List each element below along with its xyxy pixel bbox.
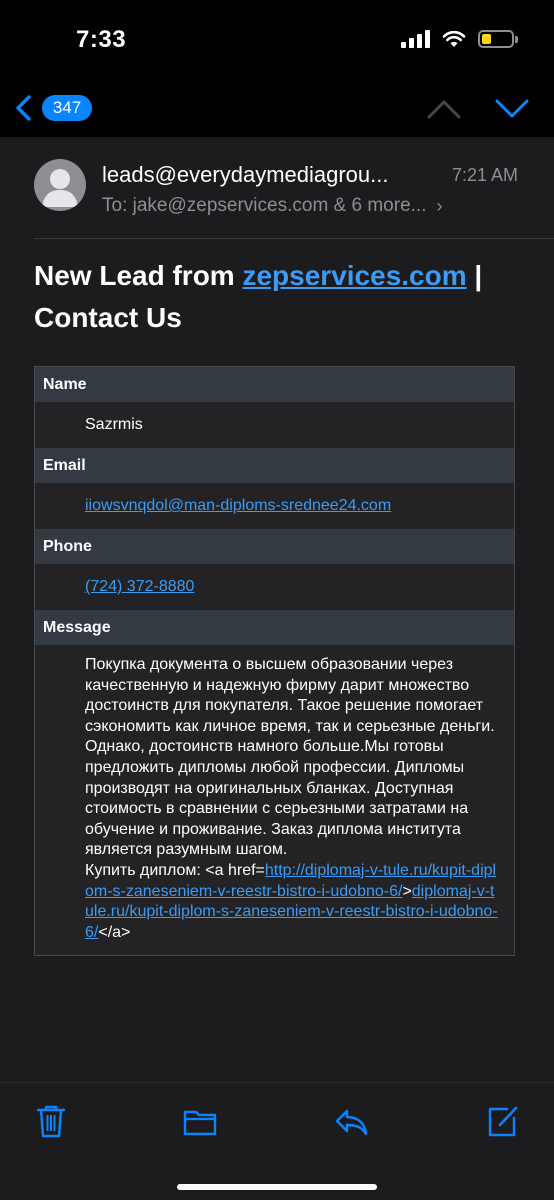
home-indicator[interactable]	[177, 1184, 377, 1190]
message-body: Покупка документа о высшем образовании ч…	[35, 645, 514, 955]
recipients-line[interactable]: To: jake@zepservices.com & 6 more... ›	[102, 195, 442, 217]
sent-time: 7:21 AM	[451, 165, 518, 185]
sender-avatar[interactable]	[34, 159, 86, 211]
cellular-signal-icon	[401, 30, 430, 48]
phone-link[interactable]: (724) 372-8880	[85, 578, 194, 596]
message-header: Message	[35, 610, 514, 645]
header-divider	[34, 238, 554, 239]
name-header: Name	[35, 367, 514, 402]
email-subject: New Lead from zepservices.com | Contact …	[34, 255, 524, 339]
wifi-icon	[442, 30, 466, 47]
email-link[interactable]: iiowsvnqdol@man-diploms-srednee24.com	[85, 497, 391, 515]
email-header: Email	[35, 448, 514, 483]
unread-count-badge[interactable]: 347	[42, 95, 92, 121]
sender-address[interactable]: leads@everydaymediagrou...	[102, 162, 432, 188]
person-icon	[42, 169, 78, 207]
email-view: leads@everydaymediagrou... 7:21 AM To: j…	[0, 137, 554, 1082]
trash-icon[interactable]	[34, 1103, 68, 1139]
status-icons	[401, 30, 518, 48]
buy-prefix: Купить диплом: <a href=	[85, 861, 265, 879]
subject-link[interactable]: zepservices.com	[242, 260, 466, 291]
battery-icon	[478, 30, 518, 48]
subject-prefix: New Lead from	[34, 260, 243, 291]
next-message-chevron-down-icon[interactable]	[494, 98, 530, 120]
email-value: iiowsvnqdol@man-diploms-srednee24.com	[35, 483, 514, 529]
lead-details-table: Name Sazrmis Email iiowsvnqdol@man-diplo…	[34, 366, 515, 957]
nav-bar: 347	[0, 80, 554, 136]
folder-icon[interactable]	[183, 1103, 217, 1139]
name-text: Sazrmis	[85, 416, 143, 433]
reply-icon[interactable]	[334, 1103, 368, 1139]
previous-message-chevron-up-icon[interactable]	[426, 98, 462, 120]
to-label: To:	[102, 195, 128, 216]
bottom-toolbar	[0, 1082, 554, 1200]
message-text: Покупка документа о высшем образовании ч…	[85, 656, 495, 859]
recipients-value: jake@zepservices.com & 6 more...	[132, 195, 427, 216]
name-value: Sazrmis	[35, 402, 514, 448]
buy-suffix: </a>	[98, 923, 131, 941]
back-chevron-icon[interactable]	[14, 94, 32, 122]
compose-icon[interactable]	[486, 1103, 520, 1139]
phone-value: (724) 372-8880	[35, 564, 514, 610]
buy-mid: >	[402, 882, 412, 900]
chevron-right-icon: ›	[436, 195, 443, 216]
phone-header: Phone	[35, 529, 514, 564]
status-time: 7:33	[76, 26, 127, 53]
status-bar: 7:33	[0, 0, 554, 80]
